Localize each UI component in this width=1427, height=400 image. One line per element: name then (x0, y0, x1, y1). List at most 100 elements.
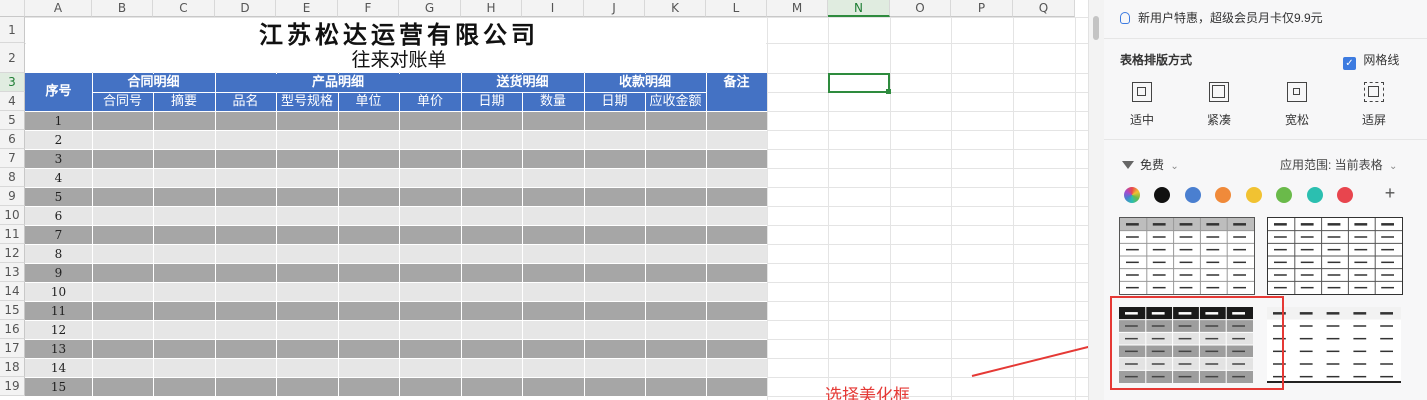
header-pay-date: 日期 (601, 94, 628, 109)
header-qty: 数量 (539, 94, 566, 109)
checkbox-checked-icon[interactable]: ✓ (1343, 57, 1356, 70)
seq-number: 10 (50, 285, 67, 299)
row-header-13[interactable]: 13 (0, 263, 25, 282)
layout-fit-screen-button[interactable]: 适屏 (1344, 80, 1404, 128)
column-header-L[interactable]: L (706, 0, 767, 17)
row-header-19[interactable]: 19 (0, 377, 25, 396)
table-style-option-2[interactable] (1267, 217, 1403, 295)
row-header-7[interactable]: 7 (0, 149, 25, 168)
table-row (25, 358, 767, 377)
layout-compact-button[interactable]: 紧凑 (1189, 80, 1249, 128)
color-swatch-e8454e[interactable] (1337, 187, 1353, 203)
color-swatch-rainbow[interactable] (1124, 187, 1140, 203)
divider (1104, 38, 1427, 39)
active-cell-N3[interactable] (828, 73, 890, 93)
row-header-5[interactable]: 5 (0, 111, 25, 130)
table-vline (522, 73, 523, 400)
layout-medium-button[interactable]: 适中 (1112, 80, 1172, 128)
row-header-12[interactable]: 12 (0, 244, 25, 263)
row-header-11[interactable]: 11 (0, 225, 25, 244)
layout-loose-button[interactable]: 宽松 (1267, 80, 1327, 128)
table-row (25, 111, 767, 130)
seq-number: 2 (54, 133, 63, 147)
row-header-2[interactable]: 2 (0, 43, 25, 73)
select-all-corner[interactable] (0, 0, 25, 17)
column-header-Q[interactable]: Q (1013, 0, 1075, 17)
color-swatch-f1c232[interactable] (1246, 187, 1262, 203)
row-header-15[interactable]: 15 (0, 301, 25, 320)
table-style-option-1[interactable] (1119, 217, 1255, 295)
row-header-10[interactable]: 10 (0, 206, 25, 225)
column-header-O[interactable]: O (890, 0, 951, 17)
table-row (25, 263, 767, 282)
column-header-K[interactable]: K (645, 0, 706, 17)
gridline-v (1013, 17, 1014, 400)
add-color-button[interactable]: + (1378, 182, 1402, 206)
column-header-F[interactable]: F (338, 0, 399, 17)
column-header-E[interactable]: E (276, 0, 338, 17)
color-swatch-2bbfb0[interactable] (1307, 187, 1323, 203)
fill-handle[interactable] (886, 89, 891, 94)
row-header-16[interactable]: 16 (0, 320, 25, 339)
section-title: 表格排版方式 (1120, 53, 1193, 67)
spreadsheet-area[interactable]: A B C D E F G H I J K L M N O P Q 1 2 3 4 5 6 7 8 9 10 11 12 13 14 15 16… (0, 0, 1088, 400)
color-swatch-f08a3a[interactable] (1215, 187, 1231, 203)
table-style-option-4[interactable] (1267, 307, 1401, 383)
highlight-box (1110, 296, 1284, 390)
row-header-17[interactable]: 17 (0, 339, 25, 358)
table-hline (25, 168, 767, 169)
row-header-3[interactable]: 3 (0, 73, 25, 92)
table-hline (25, 244, 767, 245)
color-swatch-6aba4a[interactable] (1276, 187, 1292, 203)
column-header-N[interactable]: N (828, 0, 890, 17)
layout-loose-icon (1287, 82, 1307, 102)
color-swatch-111111[interactable] (1154, 187, 1170, 203)
column-header-J[interactable]: J (584, 0, 645, 17)
gridline-v (1075, 17, 1076, 400)
column-header-I[interactable]: I (522, 0, 584, 17)
promo-text: 新用户特惠，超级会员月卡仅9.9元 (1138, 11, 1323, 25)
header-summary: 摘要 (170, 94, 197, 109)
column-header-M[interactable]: M (767, 0, 828, 17)
table-row (25, 282, 767, 301)
gridlines-toggle[interactable]: ✓ 网格线 (1343, 51, 1399, 70)
filter-icon (1122, 161, 1134, 169)
column-header-C[interactable]: C (153, 0, 215, 17)
table-row (25, 301, 767, 320)
gridline-v (767, 17, 768, 400)
table-vline (215, 73, 216, 400)
promo-banner[interactable]: 新用户特惠，超级会员月卡仅9.9元 (1120, 8, 1323, 28)
chevron-down-icon: ⌄ (1170, 161, 1179, 172)
row-header-18[interactable]: 18 (0, 358, 25, 377)
header-delivery-date: 日期 (478, 94, 505, 109)
column-header-B[interactable]: B (92, 0, 153, 17)
apply-scope-dropdown[interactable]: 应用范围: 当前表格 ⌄ (1280, 156, 1397, 173)
annotation-text: 选择美化框 (825, 386, 910, 400)
column-header-G[interactable]: G (399, 0, 461, 17)
table-hline (25, 320, 767, 321)
seq-number: 5 (54, 190, 63, 204)
price-filter-dropdown[interactable]: 免费 ⌄ (1122, 156, 1179, 173)
vertical-scrollbar[interactable] (1088, 0, 1104, 400)
row-header-4[interactable]: 4 (0, 92, 25, 111)
row-header-14[interactable]: 14 (0, 282, 25, 301)
column-header-A[interactable]: A (25, 0, 92, 17)
row-header-1[interactable]: 1 (0, 17, 25, 43)
chevron-down-icon: ⌄ (1389, 161, 1398, 172)
color-swatch-4a7fd0[interactable] (1185, 187, 1201, 203)
scroll-thumb[interactable] (1093, 16, 1099, 40)
row-header-8[interactable]: 8 (0, 168, 25, 187)
seq-number: 13 (50, 342, 67, 356)
layout-compact-label: 紧凑 (1206, 113, 1231, 127)
table-style-panel: 新用户特惠，超级会员月卡仅9.9元 表格排版方式 ✓ 网格线 适中 紧凑 宽松 … (1104, 0, 1427, 400)
column-header-D[interactable]: D (215, 0, 276, 17)
layout-medium-icon (1132, 82, 1152, 102)
row-header-6[interactable]: 6 (0, 130, 25, 149)
column-header-H[interactable]: H (461, 0, 522, 17)
column-header-P[interactable]: P (951, 0, 1013, 17)
table-vline (706, 73, 707, 400)
table-hline (25, 149, 767, 150)
divider (1104, 139, 1427, 140)
row-header-9[interactable]: 9 (0, 187, 25, 206)
gridline-v (890, 17, 891, 400)
